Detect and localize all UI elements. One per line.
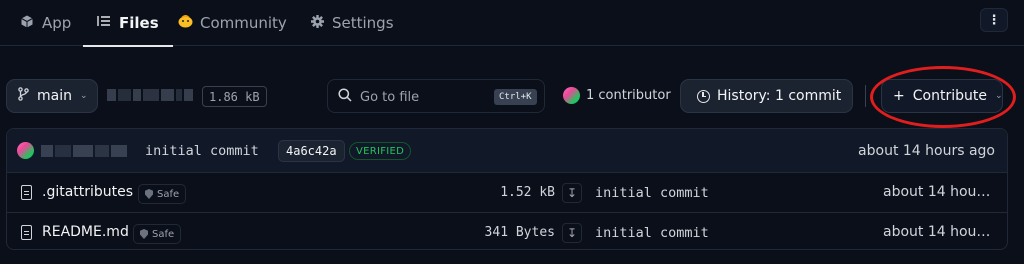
contributors-link[interactable]: 1 contributor [563, 87, 671, 104]
tab-app[interactable]: App [20, 0, 71, 46]
tab-settings-label: Settings [332, 14, 394, 32]
files-icon [97, 15, 111, 31]
safe-label: Safe [157, 188, 180, 200]
download-icon[interactable]: ↧ [562, 223, 582, 243]
contribute-button[interactable]: + Contribute ⌄ [881, 79, 1003, 113]
branch-selector-button[interactable]: main ⌄ [6, 79, 98, 113]
safe-badge: Safe [138, 184, 187, 204]
contributors-label: 1 contributor [586, 88, 671, 103]
verified-badge: VERIFIED [349, 142, 412, 160]
file-commit-message[interactable]: initial commit [595, 185, 709, 201]
shortcut-hint: Ctrl+K [494, 89, 537, 105]
go-to-file-search[interactable]: Ctrl+K [327, 79, 545, 113]
last-commit-row: initial commit 4a6c42a VERIFIED about 14… [7, 129, 1007, 173]
history-label: History: 1 commit [717, 88, 842, 104]
avatar [563, 87, 580, 104]
avatar [17, 142, 34, 159]
commit-hash[interactable]: 4a6c42a [278, 140, 345, 162]
tab-community[interactable]: Community [178, 0, 287, 46]
commit-message[interactable]: initial commit [145, 143, 259, 159]
commit-time: about 14 hours ago [858, 143, 995, 159]
file-name[interactable]: README.md [42, 224, 129, 240]
search-input[interactable] [360, 87, 510, 107]
tab-files[interactable]: Files [83, 0, 173, 47]
repo-name-redacted [107, 86, 194, 104]
repo-size-badge: 1.86 kB [202, 86, 267, 107]
history-button[interactable]: History: 1 commit [680, 79, 853, 113]
author-name-redacted [41, 145, 131, 159]
file-table: initial commit 4a6c42a VERIFIED about 14… [6, 128, 1008, 250]
file-icon [21, 225, 32, 240]
contribute-label: Contribute [912, 88, 987, 104]
file-size: 341 Bytes [484, 225, 555, 240]
shield-icon [140, 229, 148, 239]
tab-settings[interactable]: Settings [310, 0, 394, 46]
download-icon[interactable]: ↧ [562, 183, 582, 203]
toolbar-divider [865, 85, 866, 107]
gear-icon [310, 14, 324, 32]
tab-app-label: App [42, 14, 72, 32]
chevron-down-icon: ⌄ [994, 91, 1003, 101]
chevron-down-icon: ⌄ [79, 91, 88, 101]
plus-icon: + [893, 88, 905, 104]
file-size: 1.52 kB [500, 185, 555, 200]
file-icon [21, 185, 32, 200]
file-commit-message[interactable]: initial commit [595, 225, 709, 241]
more-options-button[interactable]: ⋮ [980, 8, 1008, 32]
file-name[interactable]: .gitattributes [42, 184, 133, 200]
table-row: README.md Safe 341 Bytes ↧ initial commi… [7, 213, 1007, 249]
search-icon [338, 87, 352, 102]
file-commit-time: about 14 hours ago [883, 184, 995, 200]
safe-label: Safe [152, 228, 175, 240]
kebab-icon: ⋮ [987, 12, 1001, 28]
cube-icon [20, 15, 34, 32]
clock-icon [697, 89, 710, 103]
table-row: .gitattributes Safe 1.52 kB ↧ initial co… [7, 173, 1007, 213]
branch-icon [18, 87, 29, 105]
community-icon [178, 14, 193, 32]
branch-name: main [37, 88, 72, 104]
file-commit-time: about 14 hours ago [883, 224, 995, 240]
tab-community-label: Community [200, 14, 287, 32]
safe-badge: Safe [133, 224, 182, 244]
space-tabs: App Files Community Settings ⋮ [0, 0, 1024, 47]
shield-icon [145, 189, 153, 199]
tab-files-label: Files [119, 14, 159, 32]
